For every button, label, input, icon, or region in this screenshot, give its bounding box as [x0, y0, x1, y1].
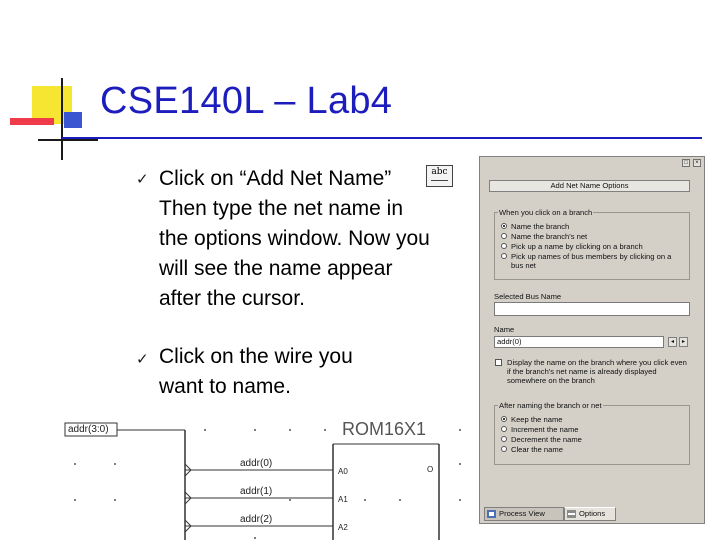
selected-bus-name-field[interactable] [494, 302, 690, 316]
radio-label: Increment the name [511, 425, 579, 434]
tab-label: Process View [499, 509, 545, 518]
options-tab-icon [567, 510, 576, 518]
float-button[interactable]: □ [682, 159, 690, 167]
add-net-name-icon: abc [426, 165, 453, 187]
bus-label: addr(3:0) [68, 424, 109, 435]
abc-icon-text: abc [431, 167, 448, 177]
branch-option-group: When you click on a branch Name the bran… [494, 208, 690, 280]
chip-name: ROM16X1 [342, 419, 427, 439]
pin-label: A1 [338, 495, 348, 504]
name-decrement-button[interactable]: ◂ [668, 337, 677, 347]
radio-label: Clear the name [511, 445, 563, 454]
radio-button[interactable] [501, 223, 507, 229]
bullet-2-text: Click on the wire you want to name. [159, 345, 353, 398]
radio-button[interactable] [501, 233, 507, 239]
close-icon[interactable]: × [693, 159, 701, 167]
logo-horizontal-line [38, 139, 98, 141]
logo-red-block [10, 118, 54, 125]
tab-options[interactable]: Options [564, 507, 616, 521]
net-label: addr(0) [240, 458, 273, 469]
options-window: □ × Add Net Name Options When you click … [479, 156, 705, 524]
schematic-canvas: addr(3:0) ROM16X1 addr(0) addr(1) addr(2… [55, 418, 475, 540]
checkmark-icon: ✓ [136, 350, 149, 368]
name-increment-button[interactable]: ▸ [679, 337, 688, 347]
tab-label: Options [579, 509, 606, 518]
bullet-1-text: Click on “Add Net Name” Then type the ne… [159, 167, 430, 310]
process-view-icon [487, 510, 496, 518]
tab-process-view[interactable]: Process View [484, 507, 564, 521]
slide-title: CSE140L – Lab4 [100, 80, 393, 122]
checkmark-icon: ✓ [136, 170, 149, 188]
net-label: addr(1) [240, 486, 273, 497]
branch-group-label: When you click on a branch [498, 208, 594, 217]
radio-button[interactable] [501, 446, 507, 452]
display-name-text: Display the name on the branch where you… [507, 358, 687, 385]
after-naming-group: After naming the branch or net Keep the … [494, 401, 690, 465]
title-rule [62, 137, 702, 139]
logo-vertical-line [61, 78, 63, 160]
radio-button[interactable] [501, 416, 507, 422]
options-header: Add Net Name Options [489, 180, 690, 192]
radio-button[interactable] [501, 243, 507, 249]
name-label: Name [494, 325, 515, 334]
after-group-label: After naming the branch or net [498, 401, 603, 410]
radio-button[interactable] [501, 426, 507, 432]
radio-button[interactable] [501, 436, 507, 442]
radio-button[interactable] [501, 253, 507, 259]
radio-label: Pick up a name by clicking on a branch [511, 242, 643, 251]
radio-label: Name the branch's net [511, 232, 588, 241]
logo-blue-block [64, 112, 82, 128]
pin-label: A0 [338, 467, 348, 476]
display-name-checkbox[interactable] [495, 359, 502, 366]
radio-label: Name the branch [511, 222, 570, 231]
selected-bus-name-label: Selected Bus Name [494, 292, 562, 301]
net-label: addr(2) [240, 514, 273, 525]
radio-label: Keep the name [511, 415, 563, 424]
name-input[interactable]: addr(0) [494, 336, 664, 348]
radio-label: Decrement the name [511, 435, 582, 444]
radio-label: Pick up names of bus members by clicking… [511, 252, 672, 270]
output-pin-label: O [427, 465, 434, 474]
slide: CSE140L – Lab4 ✓ Click on “Add Net Name”… [0, 0, 720, 540]
pin-label: A2 [338, 523, 348, 532]
